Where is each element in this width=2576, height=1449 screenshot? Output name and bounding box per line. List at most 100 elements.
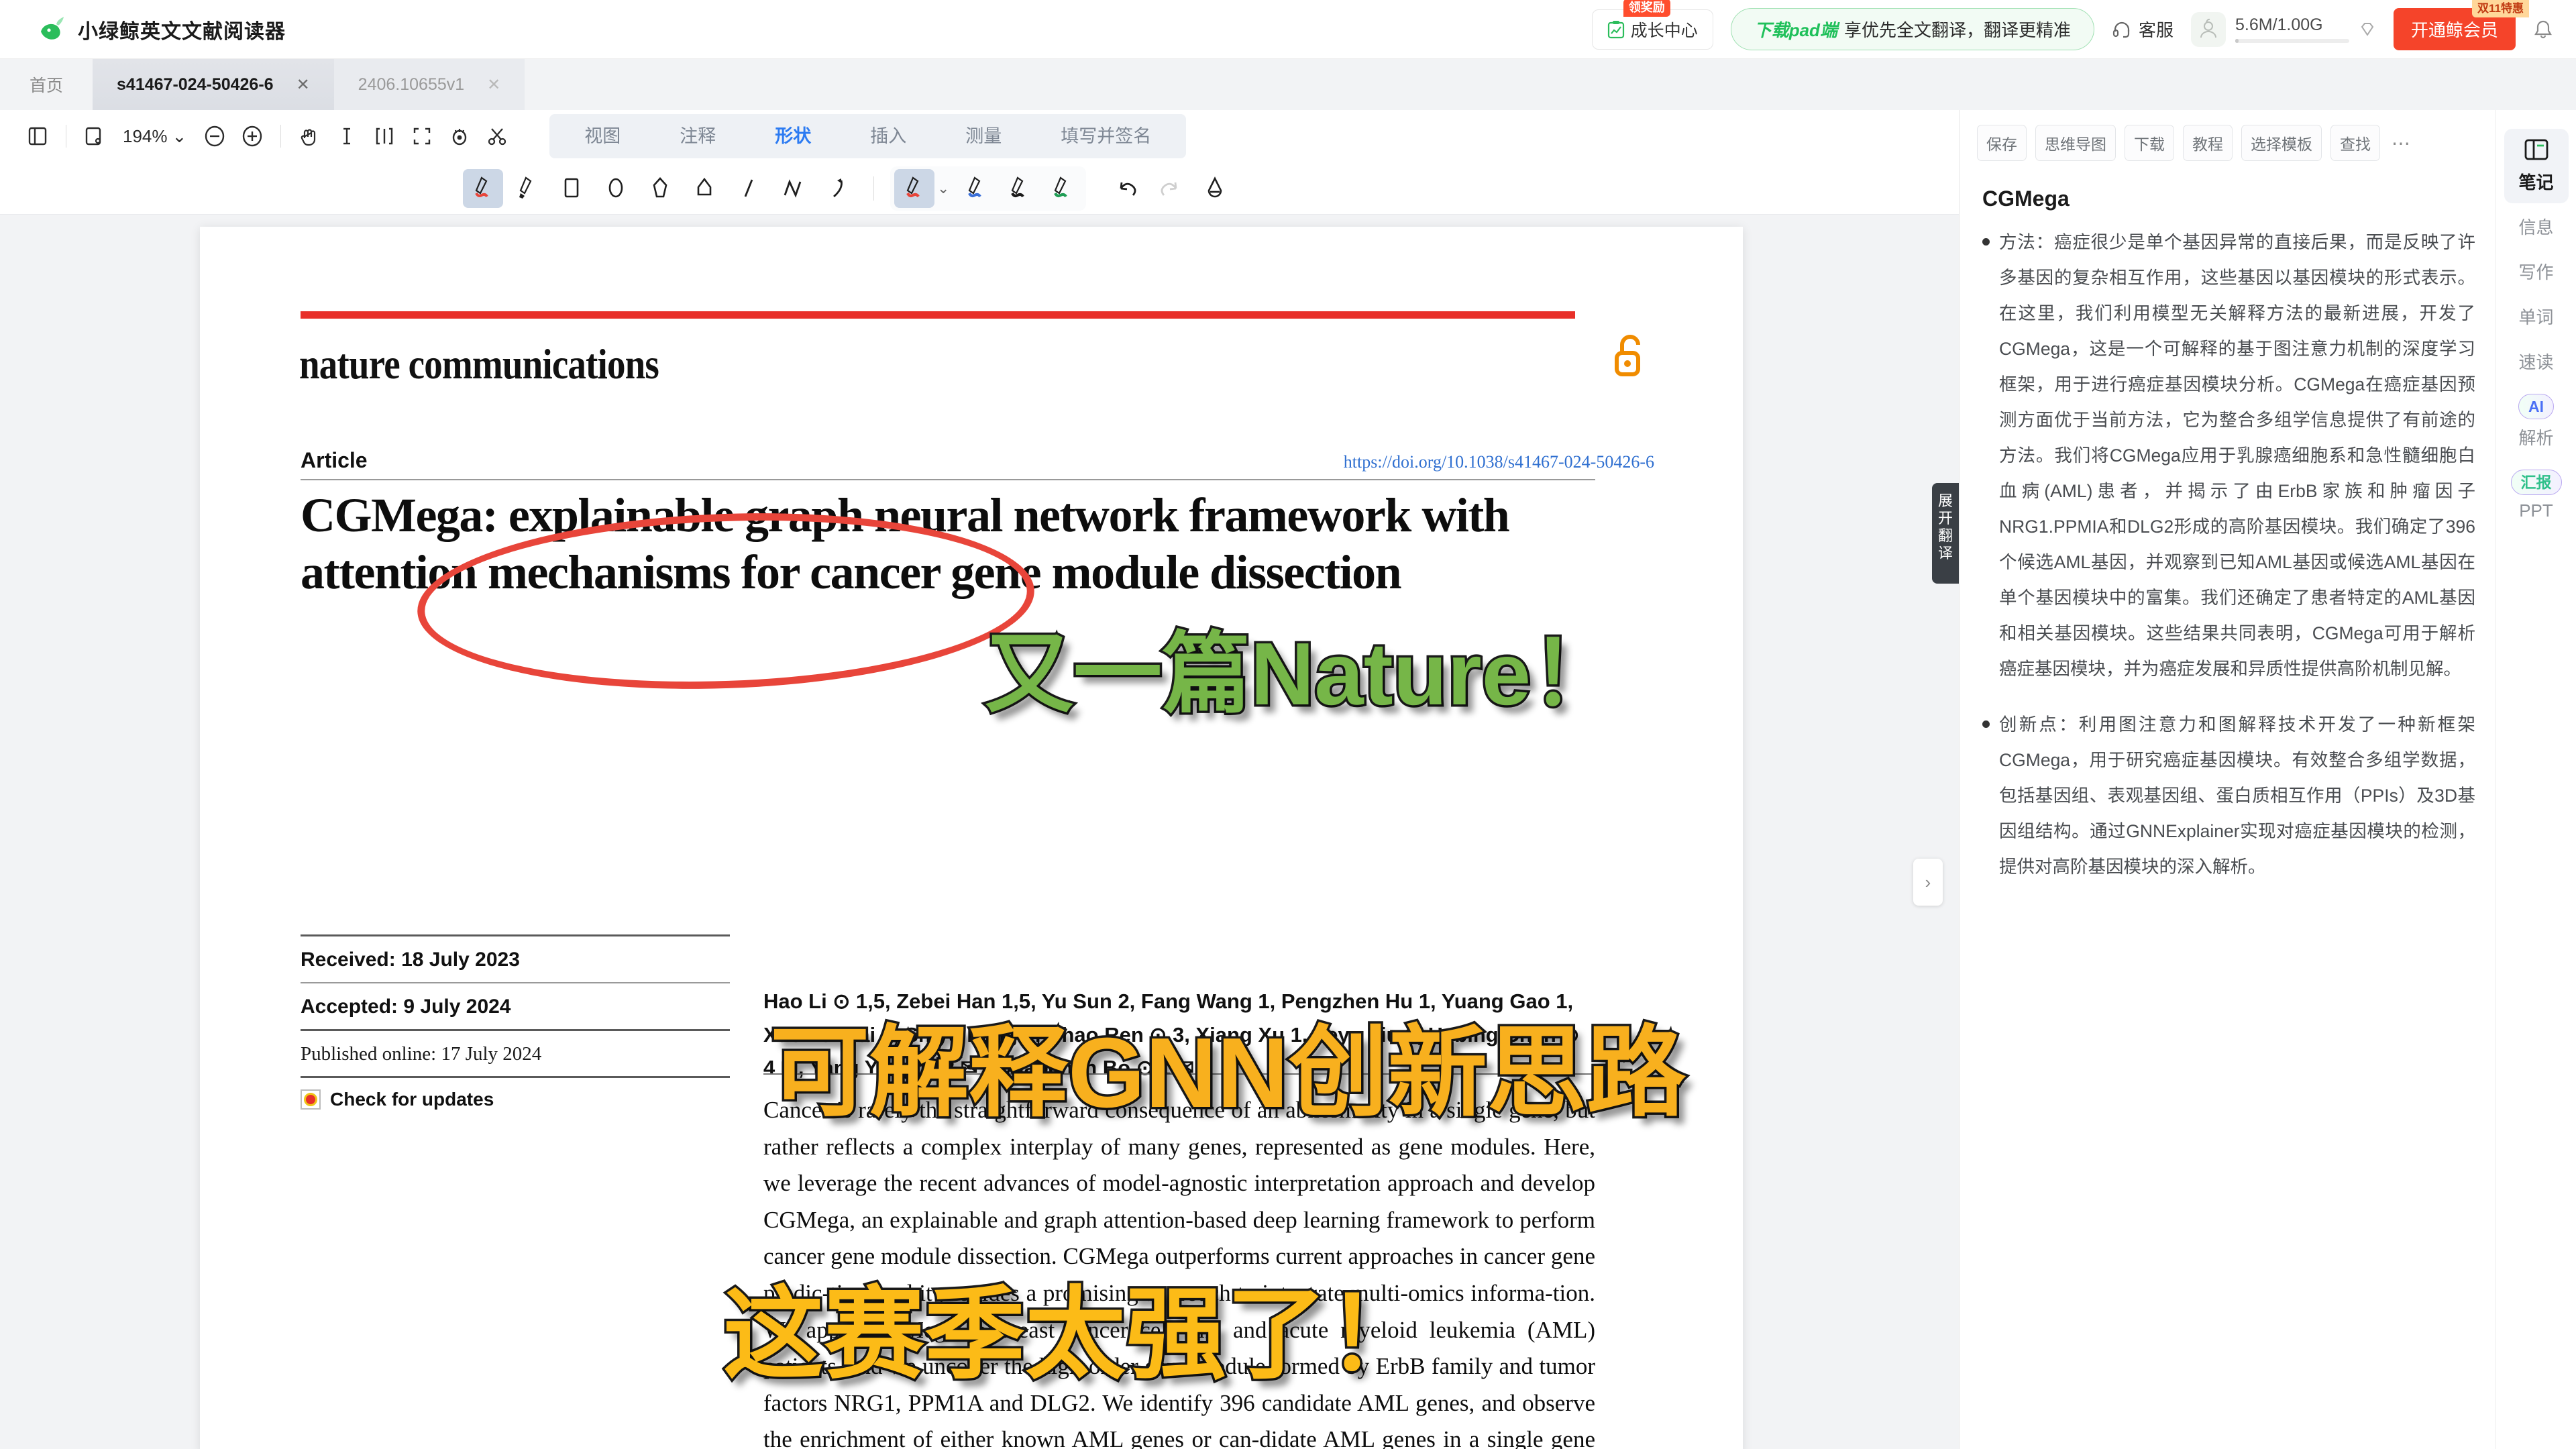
user-avatar-icon xyxy=(2190,11,2226,47)
document-viewport[interactable]: nature communications Article https://do… xyxy=(0,215,1959,1449)
hand-tool-icon[interactable] xyxy=(290,117,328,155)
rectangle-tool[interactable] xyxy=(551,169,592,208)
rail-item-report-ppt[interactable]: 汇报 PPT xyxy=(2504,462,2569,531)
notes-toolbar: 保存 思维导图 下载 教程 选择模板 查找 ⋯ xyxy=(1960,110,2496,172)
crossmark-icon xyxy=(301,1089,321,1110)
page-view-icon[interactable] xyxy=(76,117,113,155)
notes-mindmap-button[interactable]: 思维导图 xyxy=(2035,125,2116,161)
notes-save-button[interactable]: 保存 xyxy=(1977,125,2027,161)
scissors-icon[interactable] xyxy=(478,117,516,155)
pen-green[interactable] xyxy=(1042,169,1082,208)
rail-item-ai-analysis-label: 解析 xyxy=(2518,428,2554,449)
close-icon[interactable]: ✕ xyxy=(297,75,310,95)
notes-download-button[interactable]: 下载 xyxy=(2125,125,2174,161)
rule-under-article xyxy=(301,479,1595,480)
storage-usage-text: 5.6M/1.00G xyxy=(2235,15,2323,34)
ribbon-tab-view[interactable]: 视图 xyxy=(555,114,650,158)
right-rail: 笔记 信息 写作 单词 速读 AI 解析 汇报 PPT xyxy=(2496,110,2576,1449)
ribbon-tab-annotate[interactable]: 注释 xyxy=(650,114,745,158)
chevron-right-icon[interactable]: › xyxy=(1913,859,1943,906)
growth-center-badge: 领奖励 xyxy=(1623,0,1670,17)
customer-service-button[interactable]: 客服 xyxy=(2112,17,2174,42)
notes-content[interactable]: 方法：癌症很少是单个基因异常的直接后果，而是反映了许多基因的复杂相互作用，这些基… xyxy=(1960,218,2496,885)
bell-icon[interactable] xyxy=(2533,19,2553,40)
rail-item-notes[interactable]: 笔记 xyxy=(2504,129,2569,203)
watermark-text-1[interactable]: 又一篇Nature！ xyxy=(982,602,1621,731)
zoom-level-control[interactable]: 194% ⌄ xyxy=(123,126,186,147)
article-label: Article xyxy=(301,448,368,472)
vip-promo-badge: 双11特惠 xyxy=(2472,0,2529,17)
zoom-in-icon[interactable] xyxy=(233,117,271,155)
tab-document-1-label: s41467-024-50426-6 xyxy=(117,74,274,94)
rail-item-vocabulary[interactable]: 单词 xyxy=(2504,296,2569,338)
tab-document-1[interactable]: s41467-024-50426-6 ✕ xyxy=(93,59,334,110)
ribbon-tab-measure[interactable]: 测量 xyxy=(936,114,1031,158)
rail-item-info-label: 信息 xyxy=(2518,217,2554,237)
rail-item-ai-analysis[interactable]: AI 解析 xyxy=(2504,386,2569,459)
doi-link[interactable]: https://doi.org/10.1038/s41467-024-50426… xyxy=(1344,452,1654,472)
notebook-icon xyxy=(2522,137,2551,164)
rail-item-info[interactable]: 信息 xyxy=(2504,206,2569,248)
eye-icon[interactable] xyxy=(441,117,478,155)
headset-icon xyxy=(2112,19,2132,40)
panel-toggle-icon[interactable] xyxy=(19,117,56,155)
received-date: Received: 18 July 2023 xyxy=(301,949,520,971)
redo-icon xyxy=(1150,169,1191,208)
tab-document-2[interactable]: 2406.10655v1 ✕ xyxy=(333,59,525,110)
rail-item-speed-read[interactable]: 速读 xyxy=(2504,341,2569,383)
freehand-pen-tool[interactable] xyxy=(463,168,503,208)
ribbon-tab-fill-sign[interactable]: 填写并签名 xyxy=(1031,114,1181,158)
rail-item-writing[interactable]: 写作 xyxy=(2504,251,2569,293)
check-for-updates[interactable]: Check for updates xyxy=(301,1078,730,1110)
rail-item-vocabulary-label: 单词 xyxy=(2518,307,2554,327)
ribbon-tab-shapes[interactable]: 形状 xyxy=(745,114,841,158)
highlighter-pen-tool[interactable] xyxy=(507,169,547,208)
brand: 小绿鲸英文文献阅读器 xyxy=(38,14,286,45)
pentagon-tool[interactable] xyxy=(640,169,680,208)
paper-metadata-column: Received: 18 July 2023 Accepted: 9 July … xyxy=(301,934,730,1110)
line-tool[interactable] xyxy=(729,169,769,208)
eraser-icon[interactable] xyxy=(1195,169,1235,208)
arrow-tool[interactable] xyxy=(817,169,857,208)
chevron-down-icon[interactable]: ⌄ xyxy=(937,180,949,197)
notes-title: CGMega xyxy=(1982,186,2070,211)
journal-logo: nature communications xyxy=(299,340,659,388)
green-whale-logo-icon xyxy=(38,14,68,45)
undo-icon[interactable] xyxy=(1106,169,1146,208)
more-horizontal-icon[interactable]: ⋯ xyxy=(2392,132,2410,154)
document-tab-strip: 首页 s41467-024-50426-6 ✕ 2406.10655v1 ✕ xyxy=(0,59,2576,110)
storage-progress-bar xyxy=(2235,39,2349,43)
tab-home[interactable]: 首页 xyxy=(0,59,93,110)
split-view-icon[interactable] xyxy=(366,117,403,155)
cloud-shape-tool[interactable] xyxy=(684,169,724,208)
bullet-icon xyxy=(1982,720,1990,728)
storage-indicator[interactable]: 5.6M/1.00G xyxy=(2190,11,2376,47)
pen-red[interactable] xyxy=(894,168,934,208)
published-date: Published online: 17 July 2024 xyxy=(301,1043,542,1065)
notes-find-button[interactable]: 查找 xyxy=(2330,125,2380,161)
pen-color-group: ⌄ xyxy=(890,166,1087,211)
notes-panel: 保存 思维导图 下载 教程 选择模板 查找 ⋯ CGMega 方法：癌症很少是单… xyxy=(1959,110,2496,1449)
pad-banner-emphasis: 下载pad端 xyxy=(1754,20,1837,40)
growth-center-label: 成长中心 xyxy=(1630,21,1698,40)
pad-download-banner[interactable]: 下载pad端 享优先全文翻译，翻译更精准 xyxy=(1730,8,2094,50)
notes-tutorial-button[interactable]: 教程 xyxy=(2183,125,2233,161)
bullet-icon xyxy=(1982,238,1990,246)
notes-template-button[interactable]: 选择模板 xyxy=(2241,125,2322,161)
zoom-out-icon[interactable] xyxy=(196,117,233,155)
ellipse-tool[interactable] xyxy=(596,169,636,208)
pdf-page[interactable]: nature communications Article https://do… xyxy=(200,227,1743,1449)
vip-subscribe-button[interactable]: 双11特惠 开通鲸会员 xyxy=(2393,0,2529,50)
pen-blue[interactable] xyxy=(956,169,996,208)
expand-translate-tab[interactable]: 展开翻译 xyxy=(1932,483,1959,584)
pen-black[interactable] xyxy=(999,169,1039,208)
polyline-tool[interactable] xyxy=(773,169,813,208)
watermark-text-2[interactable]: 可解释GNN创新思路 xyxy=(768,991,1688,1136)
text-cursor-icon[interactable] xyxy=(328,117,366,155)
growth-center-button[interactable]: 领奖励 成长中心 xyxy=(1591,0,1713,50)
brand-name: 小绿鲸英文文献阅读器 xyxy=(78,20,286,43)
ribbon-tab-insert[interactable]: 插入 xyxy=(841,114,936,158)
close-icon[interactable]: ✕ xyxy=(487,75,500,95)
watermark-text-3[interactable]: 这赛季太强了！ xyxy=(720,1253,1430,1399)
fit-screen-icon[interactable] xyxy=(403,117,441,155)
